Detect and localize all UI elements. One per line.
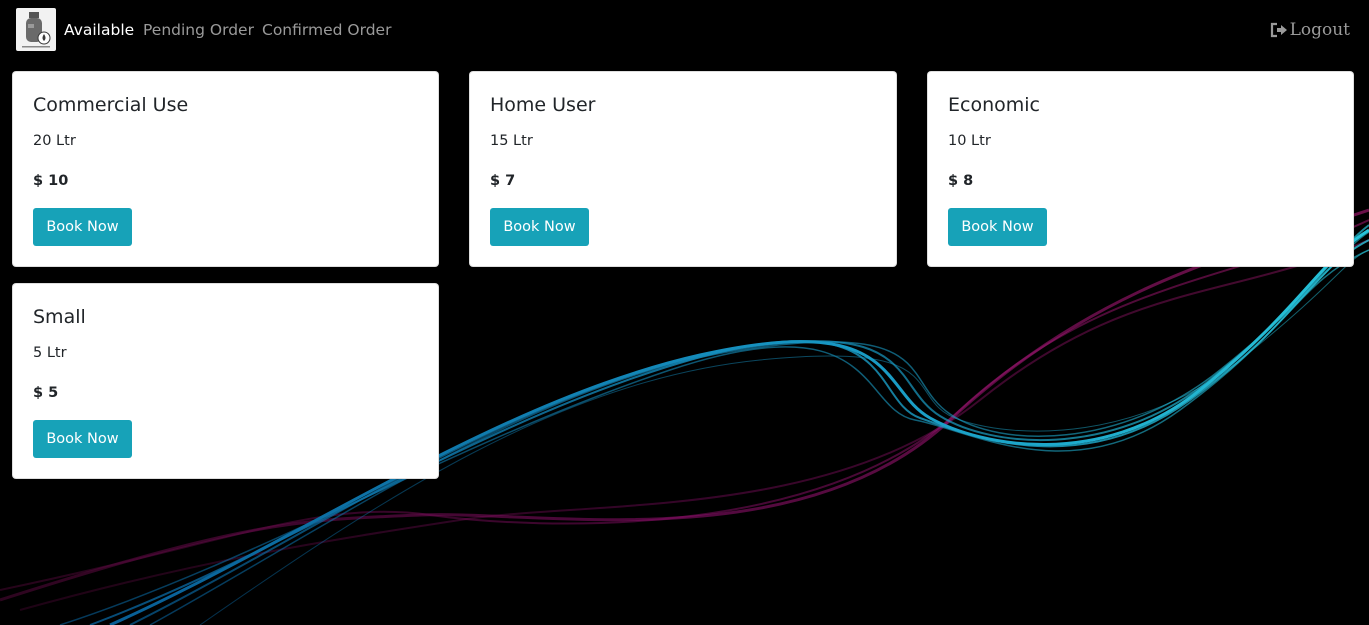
nav-confirmed-order[interactable]: Confirmed Order xyxy=(262,20,391,40)
card-price: $ 5 xyxy=(33,385,59,401)
top-navbar: Available Pending Order Confirmed Order … xyxy=(0,0,1369,62)
card-volume: 5 Ltr xyxy=(33,345,67,361)
gas-cylinder-icon[interactable] xyxy=(16,8,56,51)
book-now-button[interactable]: Book Now xyxy=(948,208,1047,246)
book-now-button[interactable]: Book Now xyxy=(490,208,589,246)
book-now-button[interactable]: Book Now xyxy=(33,420,132,458)
card-volume: 10 Ltr xyxy=(948,133,991,149)
card-title: Commercial Use xyxy=(33,94,189,116)
logout-button[interactable]: Logout xyxy=(1270,19,1350,41)
card-volume: 20 Ltr xyxy=(33,133,76,149)
card-title: Economic xyxy=(948,94,1040,116)
nav-available[interactable]: Available xyxy=(64,20,134,40)
sign-out-icon xyxy=(1270,22,1287,38)
product-card-commercial-use: Commercial Use 20 Ltr $ 10 Book Now xyxy=(12,71,439,267)
nav-pending-order[interactable]: Pending Order xyxy=(143,20,254,40)
product-card-economic: Economic 10 Ltr $ 8 Book Now xyxy=(927,71,1354,267)
card-volume: 15 Ltr xyxy=(490,133,533,149)
product-card-home-user: Home User 15 Ltr $ 7 Book Now xyxy=(469,71,897,267)
card-price: $ 10 xyxy=(33,173,69,189)
card-price: $ 8 xyxy=(948,173,974,189)
book-now-button[interactable]: Book Now xyxy=(33,208,132,246)
card-title: Home User xyxy=(490,94,596,116)
product-card-small: Small 5 Ltr $ 5 Book Now xyxy=(12,283,439,479)
card-price: $ 7 xyxy=(490,173,516,189)
card-title: Small xyxy=(33,306,86,328)
logout-label: Logout xyxy=(1289,20,1350,40)
